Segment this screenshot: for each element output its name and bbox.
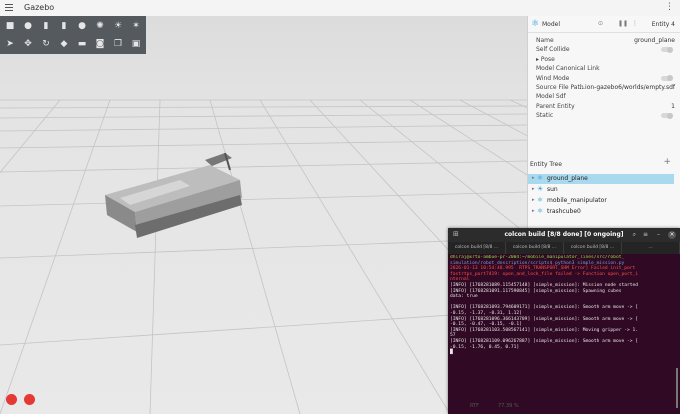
model-icon: ⚛ — [531, 19, 540, 29]
entity-tree-title: Entity Tree — [530, 161, 562, 168]
cylinder-shape-icon[interactable]: ▮ — [39, 19, 53, 33]
copy-icon[interactable]: ❐ — [111, 37, 125, 51]
tree-item[interactable]: ▸ ⚛ trashcube0 — [528, 207, 674, 217]
property-label: Wind Mode — [536, 74, 570, 82]
property-label: Name — [536, 37, 554, 44]
more-options-icon[interactable]: ⋮ — [632, 20, 638, 27]
property-row: Parent Entity 1 — [532, 103, 675, 112]
play-pause-button[interactable] — [6, 394, 17, 405]
property-row[interactable]: Wind Mode — [532, 75, 675, 84]
rtf-label: RTF — [470, 403, 480, 409]
mobile-manipulator-model — [105, 152, 242, 238]
property-row: Model Sdf — [532, 93, 675, 102]
select-mode-icon[interactable]: ➤ — [3, 37, 17, 51]
model-icon: ⚛ — [537, 174, 544, 182]
property-label: Static — [536, 112, 554, 120]
step-button[interactable] — [24, 394, 35, 405]
tree-item-label: ground_plane — [547, 175, 588, 182]
chevron-right-icon[interactable]: ▸ — [532, 208, 535, 214]
property-label: Parent Entity — [536, 102, 575, 110]
title-bar: Gazebo ⋮ — [0, 0, 680, 17]
property-label: Source File Path — [536, 84, 584, 91]
terminal-tab[interactable]: colcon build [8/8 ... — [564, 242, 622, 254]
box-shape-icon[interactable]: ■ — [3, 19, 17, 33]
property-row[interactable]: Self Collide — [532, 46, 675, 55]
pause-icon[interactable]: ❚❚ — [618, 20, 628, 27]
property-label: Model Canonical Link — [536, 65, 600, 73]
tree-item-label: trashcube0 — [547, 208, 581, 215]
lock-icon[interactable]: ⊙ — [598, 20, 603, 27]
property-value: ...ion-gazebo6/worlds/empty.sdf — [579, 84, 675, 91]
terminal-titlebar: ⊞ colcon build [8/8 done] [0 ongoing] ⌕ … — [448, 228, 680, 242]
directional-light-icon[interactable]: ☀ — [111, 19, 125, 33]
point-light-icon[interactable]: ✺ — [93, 19, 107, 33]
kebab-menu-icon[interactable]: ⋮ — [665, 2, 674, 12]
property-row[interactable]: Static — [532, 112, 675, 121]
model-icon: ⚛ — [537, 207, 544, 215]
sphere-shape-icon[interactable]: ● — [21, 19, 35, 33]
terminal-output[interactable]: dhiraj@xrto-ambue-pr-2004:~/mobile_manip… — [450, 255, 676, 411]
terminal-scrollbar[interactable] — [676, 368, 678, 408]
minimize-icon[interactable]: – — [657, 231, 660, 238]
real-time-factor: 77.39 % — [498, 403, 519, 409]
close-icon[interactable]: × — [668, 231, 676, 239]
terminal-tab[interactable]: ... — [622, 242, 680, 254]
toggle-switch[interactable] — [661, 75, 673, 82]
paste-icon[interactable]: ▣ — [129, 37, 143, 51]
scale-mode-icon[interactable]: ◆ — [57, 37, 71, 51]
search-icon[interactable]: ⌕ — [633, 231, 636, 239]
ellipsoid-shape-icon[interactable]: ● — [75, 19, 89, 33]
toggle-switch[interactable] — [661, 46, 673, 53]
capsule-shape-icon[interactable]: ▮ — [57, 19, 71, 33]
property-row: Source File Path ...ion-gazebo6/worlds/em… — [532, 84, 675, 93]
property-label[interactable]: ▸ Pose — [536, 56, 555, 63]
shapes-toolbar: ■ ● ▮ ▮ ● ✺ ☀ ✶ ➤ ✥ ↻ ◆ ▬ ◙ ❐ ▣ — [0, 16, 146, 54]
property-label: Self Collide — [536, 46, 570, 54]
property-row: Name ground_plane — [532, 37, 675, 46]
component-type-label: Model — [542, 21, 561, 28]
hamburger-menu-icon[interactable] — [5, 4, 13, 12]
screenshot-icon[interactable]: ◙ — [93, 37, 107, 51]
terminal-line: █ — [450, 350, 453, 356]
terminal-window[interactable]: ⊞ colcon build [8/8 done] [0 ongoing] ⌕ … — [448, 228, 680, 414]
property-value: ground_plane — [634, 37, 675, 44]
tree-item[interactable]: ▸ ⚛ ground_plane — [528, 174, 674, 184]
tree-item[interactable]: ▸ ☀ sun — [528, 185, 674, 195]
tree-item-label: mobile_manipulator — [547, 197, 607, 204]
terminal-tabs: colcon build [8/8 ... colcon build [8/8 .… — [448, 242, 680, 254]
plus-icon[interactable]: + — [663, 157, 671, 167]
chevron-right-icon[interactable]: ▸ — [532, 175, 535, 181]
grid-snap-icon[interactable]: ▬ — [75, 37, 89, 51]
entity-id-label: Entity 4 — [651, 21, 675, 28]
chevron-right-icon[interactable]: ▸ — [532, 197, 535, 203]
property-value: 1 — [671, 102, 675, 110]
tree-item-label: sun — [547, 186, 558, 193]
property-row: ▸ Pose — [532, 56, 675, 65]
spot-light-icon[interactable]: ✶ — [129, 19, 143, 33]
property-row: Model Canonical Link — [532, 65, 675, 74]
translate-mode-icon[interactable]: ✥ — [21, 37, 35, 51]
component-inspector-header: ⚛ Model ⊙ ❚❚ ⋮ Entity 4 — [528, 16, 680, 33]
light-icon: ☀ — [537, 185, 544, 193]
rotate-mode-icon[interactable]: ↻ — [39, 37, 53, 51]
tree-item[interactable]: ▸ ⚛ mobile_manipulator — [528, 196, 674, 206]
property-label: Model Sdf — [536, 93, 566, 101]
app-title: Gazebo — [24, 3, 55, 12]
terminal-tab[interactable]: colcon build [8/8 ... — [448, 242, 506, 254]
hamburger-menu-icon[interactable]: ≡ — [643, 231, 648, 238]
chevron-right-icon[interactable]: ▸ — [532, 186, 535, 192]
model-icon: ⚛ — [537, 196, 544, 204]
toggle-switch[interactable] — [661, 112, 673, 119]
terminal-tab[interactable]: colcon build [8/8 ... — [506, 242, 564, 254]
